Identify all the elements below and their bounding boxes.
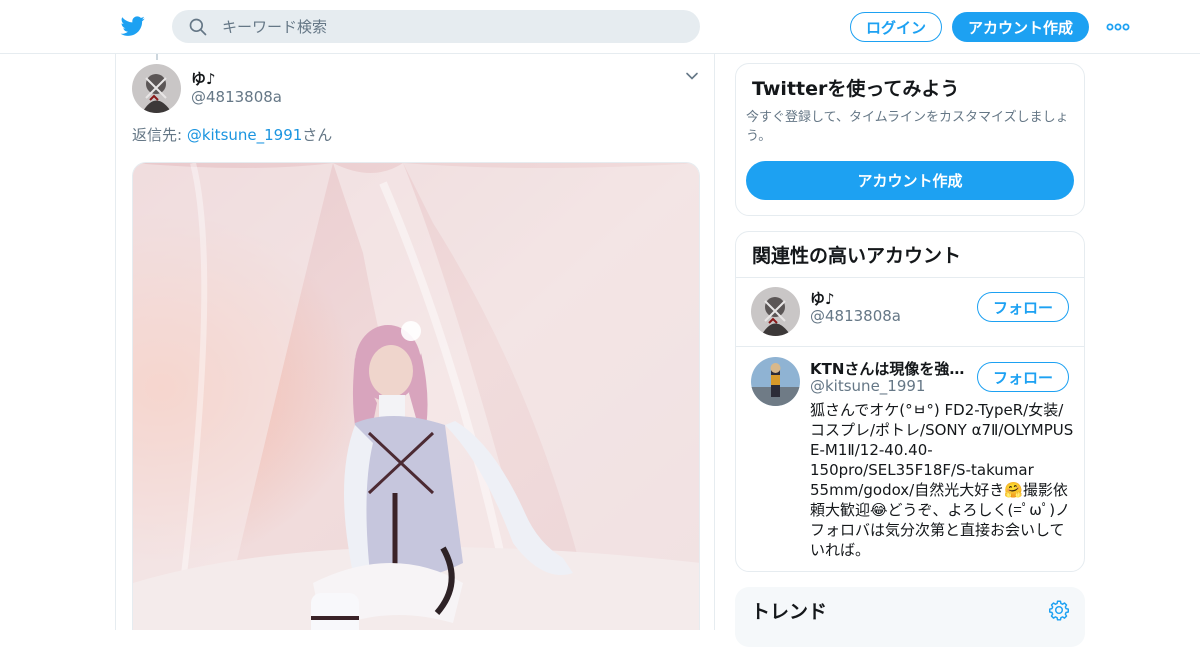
reply-prefix: 返信先: (132, 126, 187, 144)
trends-card: トレンド (735, 587, 1085, 647)
reply-context: 返信先: @kitsune_1991さん (132, 124, 332, 145)
tweet-author-name[interactable]: ゆ♪ (191, 68, 216, 89)
more-dots-icon[interactable] (1106, 18, 1130, 36)
avatar-image (751, 287, 800, 336)
divider (736, 346, 1084, 347)
reply-mention-link[interactable]: @kitsune_1991 (187, 126, 302, 144)
account-name[interactable]: ゆ♪ (810, 288, 970, 309)
search-bar[interactable] (172, 10, 700, 43)
trends-title: トレンド (751, 601, 828, 623)
signup-card-button[interactable]: アカウント作成 (746, 161, 1074, 200)
follow-button[interactable]: フォロー (977, 292, 1069, 322)
search-input[interactable] (222, 17, 662, 36)
thread-connector (156, 54, 158, 60)
signup-promo-card: Twitterを使ってみよう 今すぐ登録して、タイムラインをカスタマイズしましょ… (735, 63, 1085, 216)
avatar-image (132, 64, 181, 113)
follow-button[interactable]: フォロー (977, 362, 1069, 392)
reply-suffix: さん (302, 126, 333, 144)
search-icon (189, 18, 207, 35)
related-accounts-card: 関連性の高いアカウント ゆ♪ @4813808a フォロー KTNさんは現像を強… (735, 231, 1085, 572)
avatar-image (751, 357, 800, 406)
tweet-photo[interactable] (132, 162, 700, 630)
signup-card-description: 今すぐ登録して、タイムラインをカスタマイズしましょう。 (746, 110, 1069, 144)
chevron-down-icon[interactable] (684, 68, 700, 84)
avatar[interactable] (751, 287, 800, 336)
cosplay-photo-image (133, 163, 699, 630)
signup-card-title: Twitterを使ってみよう (752, 78, 960, 100)
avatar[interactable] (751, 357, 800, 406)
top-navigation-bar: ログイン アカウント作成 (0, 0, 1200, 54)
avatar[interactable] (132, 64, 181, 113)
account-bio: 狐さんでオケ(°ㅂ°) FD2-TypeR/女装/コスプレ/ポトレ/SONY α… (810, 401, 1074, 559)
login-button[interactable]: ログイン (850, 12, 942, 42)
twitter-bird-icon[interactable] (120, 14, 146, 38)
tweet-author-handle[interactable]: @4813808a (191, 88, 282, 106)
divider (736, 277, 1084, 278)
account-handle[interactable]: @4813808a (810, 307, 901, 325)
account-handle[interactable]: @kitsune_1991 (810, 377, 925, 395)
tweet-column: ゆ♪ @4813808a 返信先: @kitsune_1991さん (115, 54, 715, 630)
related-accounts-title: 関連性の高いアカウント (752, 245, 962, 267)
gear-icon[interactable] (1048, 599, 1070, 621)
signup-button[interactable]: アカウント作成 (952, 12, 1089, 42)
account-name[interactable]: KTNさんは現像を強化中 (810, 358, 970, 379)
